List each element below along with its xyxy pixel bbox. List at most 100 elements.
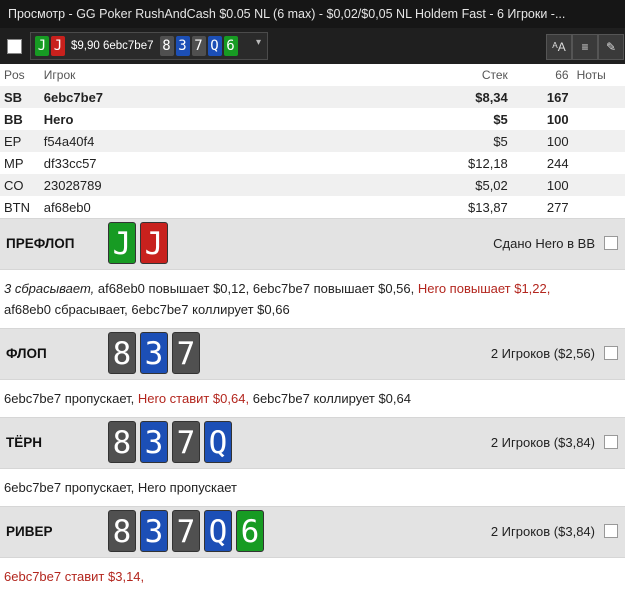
player-name: af68eb0 [39, 196, 416, 218]
action-text: 6ebc7be7 пропускает, [4, 391, 135, 406]
player-row[interactable]: BB Hero $5 100 [0, 108, 625, 130]
street-header: ФЛОП 8 3 7 2 Игроков ($2,56) [0, 328, 625, 380]
street-cards: 837Q6 [108, 510, 268, 552]
card: Q [204, 421, 232, 463]
player-row[interactable]: SB 6ebc7be7 $8,34 167 [0, 86, 625, 108]
players-header-row: Pos Игрок Стек 66 Ноты [0, 64, 625, 86]
toolbar: J J $9,90 6ebc7be7 8 3 7 Q 6 ▾ ᴬA ≡ ✎ [0, 28, 625, 64]
street-info: Сдано Hero в BB [493, 236, 595, 251]
hand-selector-dropdown[interactable]: J J $9,90 6ebc7be7 8 3 7 Q 6 ▾ [30, 32, 268, 60]
player-name: f54a40f4 [39, 130, 416, 152]
action-text: Hero ставит $0,64, [137, 391, 250, 406]
player-66: 244 [511, 152, 573, 174]
font-size-icon: ᴬA [552, 40, 566, 54]
player-stack: $8,34 [415, 86, 512, 108]
player-pos: SB [0, 86, 40, 108]
street-cards: JJ [108, 222, 172, 264]
street-checkbox[interactable] [604, 346, 618, 360]
card: 8 [108, 510, 136, 552]
player-row[interactable]: BTN af68eb0 $13,87 277 [0, 196, 625, 218]
action-text: 6ebc7be7 пропускает, [4, 480, 135, 495]
edit-notes-button[interactable]: ✎ [598, 34, 624, 60]
action-text: 6ebc7be7 коллирует $0,64 [252, 391, 411, 406]
card: 8 [108, 421, 136, 463]
select-hand-checkbox[interactable] [7, 38, 22, 54]
card: J [140, 222, 168, 264]
player-notes [572, 130, 625, 152]
street-actions: 3 сбрасывает, af68eb0 повышает $0,12, 6e… [0, 270, 625, 328]
player-stack: $5 [415, 130, 512, 152]
player-66: 167 [511, 86, 573, 108]
card: 7 [172, 510, 200, 552]
hand-streets: ПРЕФЛОП J J Сдано Hero в BB 3 сбрасывает, af… [0, 218, 625, 595]
player-66: 100 [511, 130, 573, 152]
player-row[interactable]: MP df33cc57 $12,18 244 [0, 152, 625, 174]
player-stack: $5 [415, 108, 512, 130]
street-cards: 837 [108, 332, 204, 374]
player-66: 277 [511, 196, 573, 218]
header-pos[interactable]: Pos [0, 64, 40, 86]
street-name: ТЁРН [6, 435, 43, 450]
street-info: 2 Игроков ($3,84) [490, 524, 595, 539]
street-checkbox[interactable] [604, 236, 618, 250]
card: 7 [172, 332, 200, 374]
street-name: ПРЕФЛОП [6, 236, 75, 251]
player-notes [572, 152, 625, 174]
action-text: Hero повышает $1,22, [417, 281, 551, 296]
player-notes [572, 86, 625, 108]
chevron-down-icon[interactable]: ▾ [256, 37, 261, 48]
selector-board-card: 7 [191, 36, 206, 56]
font-size-button[interactable]: ᴬA [546, 34, 572, 60]
card: 8 [108, 332, 136, 374]
header-notes[interactable]: Ноты [572, 64, 625, 86]
street-actions: 6ebc7be7 пропускает, Hero пропускает [0, 469, 625, 506]
header-player[interactable]: Игрок [39, 64, 416, 86]
header-66[interactable]: 66 [511, 64, 573, 86]
player-66: 100 [511, 108, 573, 130]
street-header: ТЁРН 8 3 7 Q 2 Игроков ($3,84) [0, 417, 625, 469]
selector-hand-text: $9,90 6ebc7be7 [71, 40, 154, 52]
list-view-button[interactable]: ≡ [572, 34, 598, 60]
action-text: 6ebc7be7 повышает $0,56, [252, 281, 415, 296]
selector-hole-card: J [51, 36, 65, 56]
player-pos: BB [0, 108, 40, 130]
card: J [108, 222, 136, 264]
action-text: af68eb0 повышает $0,12, [97, 281, 250, 296]
player-stack: $12,18 [415, 152, 512, 174]
header-stack[interactable]: Стек [415, 64, 512, 86]
street-name: РИВЕР [6, 524, 53, 539]
action-text: af68eb0 сбрасывает, [4, 302, 128, 317]
players-table: Pos Игрок Стек 66 Ноты SB 6ebc7be7 $8,34 16… [0, 64, 625, 218]
selector-board-card: Q [207, 36, 222, 56]
street-name: ФЛОП [6, 346, 47, 361]
street-checkbox[interactable] [604, 435, 618, 449]
street-info: 2 Игроков ($2,56) [490, 346, 595, 361]
street-checkbox[interactable] [604, 524, 618, 538]
player-row[interactable]: CO 23028789 $5,02 100 [0, 174, 625, 196]
card: Q [204, 510, 232, 552]
player-notes [572, 174, 625, 196]
player-pos: MP [0, 152, 40, 174]
player-pos: BTN [0, 196, 40, 218]
street-actions: 6ebc7be7 ставит $3,14, [0, 558, 625, 595]
action-text: Hero пропускает [137, 480, 238, 495]
player-name: Hero [39, 108, 416, 130]
window-title: Просмотр - GG Poker RushAndCash $0.05 NL… [0, 0, 625, 28]
hand-replayer-window: Просмотр - GG Poker RushAndCash $0.05 NL… [0, 0, 625, 605]
selector-board-card: 6 [223, 36, 238, 56]
street-cards: 837Q [108, 421, 236, 463]
player-notes [572, 196, 625, 218]
player-66: 100 [511, 174, 573, 196]
action-text: 6ebc7be7 ставит $3,14, [4, 569, 145, 584]
card: 3 [140, 332, 168, 374]
player-row[interactable]: EP f54a40f4 $5 100 [0, 130, 625, 152]
player-stack: $5,02 [415, 174, 512, 196]
selector-board-card: 8 [159, 36, 174, 56]
card: 3 [140, 510, 168, 552]
street-header: ПРЕФЛОП J J Сдано Hero в BB [0, 218, 625, 270]
player-name: 6ebc7be7 [39, 86, 416, 108]
card: 7 [172, 421, 200, 463]
player-notes [572, 108, 625, 130]
selector-hole-card: J [35, 36, 49, 56]
street-header: РИВЕР 8 3 7 Q 6 2 Игроков ($3,84) [0, 506, 625, 558]
